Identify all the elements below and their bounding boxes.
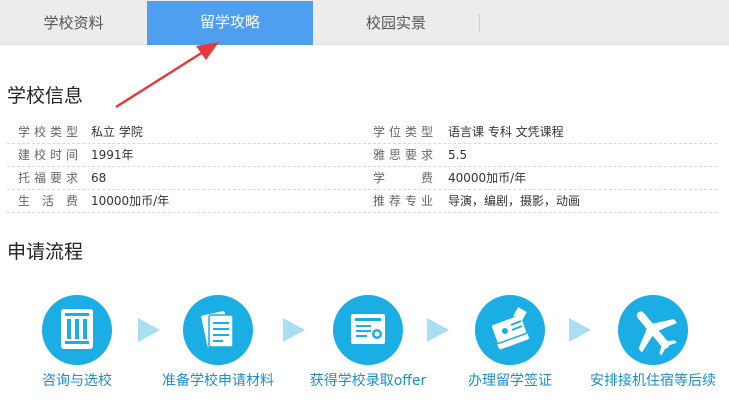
- step-label: 安排接机住宿等后续: [590, 373, 716, 389]
- toefl-value: 68: [91, 171, 107, 185]
- step-visa[interactable]: 办理留学签证: [460, 295, 560, 390]
- application-process-title: 申请流程: [7, 241, 84, 263]
- step-pickup-accommodation[interactable]: 安排接机住宿等后续: [585, 295, 721, 390]
- degree-type-label: 学位类型: [373, 125, 433, 139]
- chevron-right-icon: [283, 318, 305, 342]
- founded-value: 1991年: [91, 148, 134, 162]
- recommended-majors-value: 导演，编剧，摄影，动画: [448, 194, 581, 208]
- passport-icon: [490, 307, 529, 350]
- school-type-label: 学校类型: [18, 125, 78, 139]
- step-label: 办理留学签证: [468, 373, 552, 389]
- ielts-label: 雅思要求: [373, 148, 433, 162]
- step-prepare-materials[interactable]: 准备学校申请材料: [154, 295, 282, 390]
- step-circle: [618, 295, 688, 365]
- living-cost-value: 10000加币/年: [91, 194, 170, 208]
- info-row: 生 活 费 10000加币/年 推荐专业 导演，编剧，摄影，动画: [7, 190, 717, 213]
- tab-divider: [479, 14, 480, 32]
- info-row: 建校时间 1991年 雅思要求 5.5: [7, 144, 717, 167]
- tab-school-info[interactable]: 学校资料: [0, 2, 147, 45]
- step-label: 准备学校申请材料: [162, 373, 274, 389]
- application-steps: 咨询与选校 准备学校申请材料 获得学校录取offer 办理留学签证 安排接机住宿…: [0, 295, 729, 408]
- chevron-right-icon: [427, 318, 449, 342]
- toefl-label: 托福要求: [18, 171, 78, 185]
- building-columns-icon: [61, 309, 93, 349]
- recommended-majors-label: 推荐专业: [373, 194, 433, 208]
- info-row: 托福要求 68 学 费 40000加币/年: [7, 167, 717, 190]
- tab-study-guide[interactable]: 留学攻略: [147, 1, 313, 45]
- step-label: 获得学校录取offer: [309, 373, 427, 389]
- founded-label: 建校时间: [18, 148, 78, 162]
- certificate-icon: [351, 314, 385, 344]
- step-circle: [475, 295, 545, 365]
- school-type-value: 私立 学院: [91, 125, 143, 139]
- living-cost-label: 生 活 费: [18, 194, 78, 208]
- tuition-value: 40000加币/年: [448, 171, 527, 185]
- documents-icon: [201, 311, 234, 348]
- step-consult[interactable]: 咨询与选校: [22, 295, 132, 390]
- school-info-table: 学校类型 私立 学院 学位类型 语言课 专科 文凭课程 建校时间 1991年 雅…: [7, 121, 717, 213]
- ielts-value: 5.5: [448, 148, 468, 162]
- tab-bar: 学校资料 留学攻略 校园实景: [0, 0, 729, 45]
- step-offer[interactable]: 获得学校录取offer: [303, 295, 433, 390]
- step-label: 咨询与选校: [42, 373, 112, 389]
- step-circle: [42, 295, 112, 365]
- tuition-label: 学 费: [373, 171, 433, 185]
- airplane-icon: [636, 311, 678, 356]
- info-row: 学校类型 私立 学院 学位类型 语言课 专科 文凭课程: [7, 121, 717, 144]
- degree-type-value: 语言课 专科 文凭课程: [448, 125, 564, 139]
- step-circle: [333, 295, 403, 365]
- step-circle: [183, 295, 253, 365]
- school-info-title: 学校信息: [7, 85, 84, 107]
- tab-campus-photos[interactable]: 校园实景: [313, 2, 479, 45]
